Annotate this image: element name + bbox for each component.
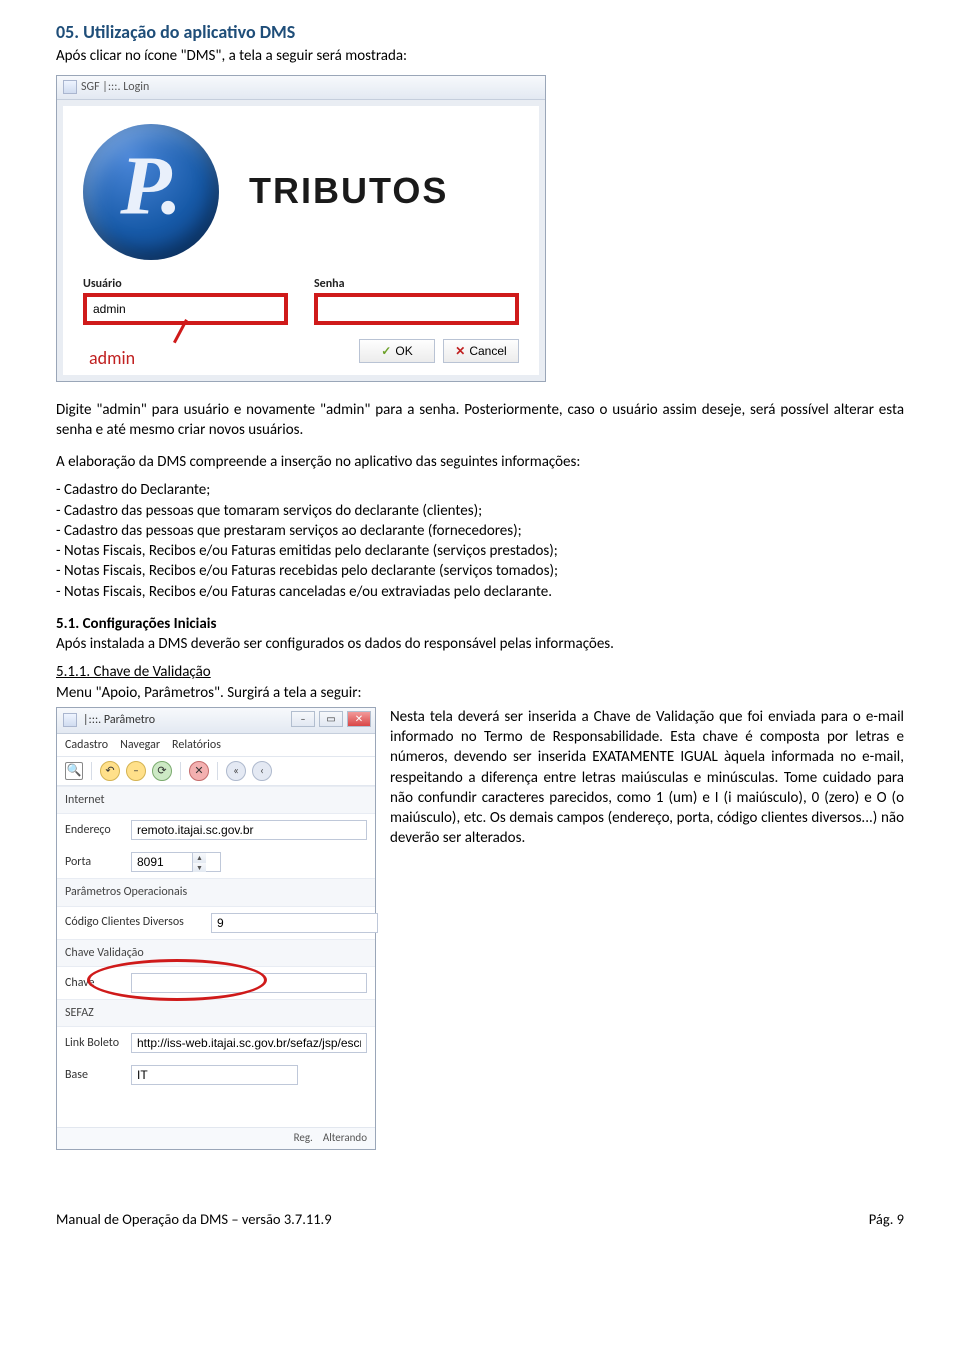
list-item: - Notas Fiscais, Recibos e/ou Faturas em… <box>56 541 904 561</box>
cancel-button[interactable]: ✕ Cancel <box>443 339 519 363</box>
undo-icon[interactable]: ↶ <box>100 761 120 781</box>
app-logo <box>83 124 219 260</box>
window-icon <box>63 713 77 727</box>
menubar: Cadastro Navegar Relatórios <box>57 734 375 757</box>
nav-prev-icon[interactable]: ‹ <box>252 761 272 781</box>
close-icon: ✕ <box>455 344 465 358</box>
group-oper: Parâmetros Operacionais <box>57 878 375 906</box>
param-title: |:::. Parâmetro <box>83 712 155 728</box>
footer-left: Manual de Operação da DMS – versão 3.7.1… <box>56 1210 332 1230</box>
status-mode: Alterando <box>323 1131 367 1146</box>
password-input[interactable] <box>318 297 515 321</box>
chave-label: Chave <box>65 975 125 991</box>
ok-button-label: OK <box>395 344 412 358</box>
menu-relatorios[interactable]: Relatórios <box>172 737 221 753</box>
user-input[interactable] <box>87 297 284 321</box>
sub51-title: 5.1. Configurações Iniciais <box>56 615 216 633</box>
ok-button[interactable]: ✓ OK <box>359 339 435 363</box>
delete-icon[interactable]: – <box>126 761 146 781</box>
status-reg: Reg. <box>294 1131 313 1146</box>
list-item: - Notas Fiscais, Recibos e/ou Faturas re… <box>56 561 904 581</box>
after-login-text: Digite "admin" para usuário e novamente … <box>56 400 904 441</box>
porta-input[interactable] <box>132 853 192 871</box>
base-label: Base <box>65 1067 125 1083</box>
cancel-button-label: Cancel <box>469 344 506 358</box>
section-heading: 05. Utilização do aplicativo DMS <box>56 20 904 44</box>
sub51-body: Após instalada a DMS deverão ser configu… <box>56 635 614 653</box>
toolbar-divider <box>180 762 181 780</box>
endereco-input[interactable] <box>131 820 367 840</box>
password-label: Senha <box>314 276 519 292</box>
footer-right: Pág. 9 <box>869 1210 904 1230</box>
codigo-label: Código Clientes Diversos <box>65 914 205 930</box>
login-window: SGF |:::. Login TRIBUTOS Usuário Senha <box>56 75 546 382</box>
porta-spinner[interactable]: ▲▼ <box>131 852 221 872</box>
refresh-icon[interactable]: ⟳ <box>152 761 172 781</box>
right-paragraph: Nesta tela deverá ser inserida a Chave d… <box>390 707 904 849</box>
sub511-body: Menu "Apoio, Parâmetros". Surgirá a tela… <box>56 684 361 702</box>
check-icon: ✓ <box>381 344 391 358</box>
brand-label: TRIBUTOS <box>249 167 448 216</box>
list-item: - Notas Fiscais, Recibos e/ou Faturas ca… <box>56 582 904 602</box>
list-item: - Cadastro das pessoas que tomaram servi… <box>56 501 904 521</box>
base-input[interactable] <box>131 1065 298 1085</box>
bullet-list: - Cadastro do Declarante; - Cadastro das… <box>56 480 904 602</box>
elab-intro: A elaboração da DMS compreende a inserçã… <box>56 452 904 472</box>
chave-input[interactable] <box>131 973 367 993</box>
window-icon <box>63 80 77 94</box>
endereco-label: Endereço <box>65 822 125 838</box>
param-window: |:::. Parâmetro – ▭ ✕ Cadastro Navegar R… <box>56 707 376 1150</box>
toolbar-divider <box>91 762 92 780</box>
close-button[interactable]: ✕ <box>347 711 371 727</box>
search-icon[interactable]: 🔍 <box>65 762 83 780</box>
nav-first-icon[interactable]: « <box>226 761 246 781</box>
sub511-title: 5.1.1. Chave de Validação <box>56 663 211 681</box>
menu-navegar[interactable]: Navegar <box>120 737 160 753</box>
link-label: Link Boleto <box>65 1035 125 1051</box>
intro-text: Após clicar no ícone "DMS", a tela a seg… <box>56 46 904 66</box>
login-titlebar: SGF |:::. Login <box>57 76 545 100</box>
group-internet: Internet <box>57 786 375 814</box>
minimize-button[interactable]: – <box>291 711 315 727</box>
chevron-up-icon[interactable]: ▲ <box>193 853 206 862</box>
user-label: Usuário <box>83 276 288 292</box>
group-chave: Chave Validação <box>57 939 375 967</box>
menu-cadastro[interactable]: Cadastro <box>65 737 108 753</box>
group-sefaz: SEFAZ <box>57 999 375 1027</box>
porta-label: Porta <box>65 854 125 870</box>
admin-callout: admin <box>89 346 135 370</box>
login-title: SGF |:::. Login <box>81 79 149 95</box>
maximize-button[interactable]: ▭ <box>319 711 343 727</box>
toolbar-divider <box>217 762 218 780</box>
list-item: - Cadastro das pessoas que prestaram ser… <box>56 521 904 541</box>
list-item: - Cadastro do Declarante; <box>56 480 904 500</box>
chevron-down-icon[interactable]: ▼ <box>193 863 206 872</box>
codigo-input[interactable] <box>211 913 378 933</box>
link-input[interactable] <box>131 1033 367 1053</box>
stop-icon[interactable]: ✕ <box>189 761 209 781</box>
